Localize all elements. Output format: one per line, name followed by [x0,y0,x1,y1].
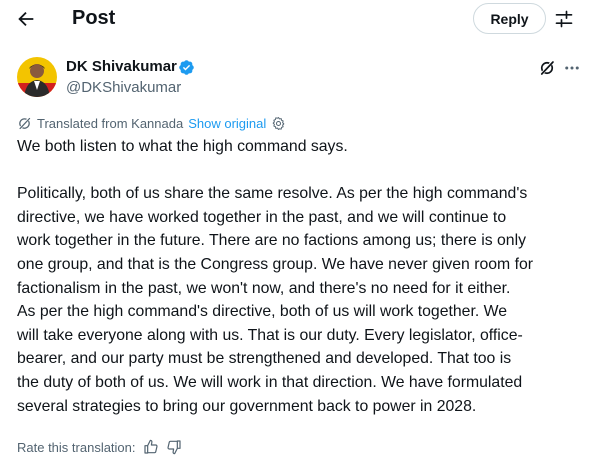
more-options-button[interactable] [562,58,582,78]
sliders-icon [555,10,573,28]
post-line: Politically, both of us share the same r… [17,185,528,203]
post-text: We both listen to what the high command … [17,135,589,418]
gear-icon[interactable] [271,116,286,131]
post-line: the duty of both of us. We will work in … [17,373,523,391]
reply-button[interactable]: Reply [473,3,546,34]
author-name[interactable]: DK Shivakumar [66,58,177,76]
page-title: Post [72,7,116,29]
verified-badge-icon [179,60,194,75]
post-line: factionalism in the past, we won't now, … [17,279,511,297]
post-header: Post Reply [0,0,598,37]
grok-button[interactable] [537,58,557,78]
post-line: one group, and that is the Congress grou… [17,255,534,273]
adjust-button[interactable] [551,6,577,32]
translation-notice: Translated from Kannada Show original [17,114,286,132]
rate-translation: Rate this translation: [17,437,182,457]
arrow-left-icon [18,11,34,27]
back-button[interactable] [12,5,40,33]
avatar[interactable] [17,57,57,97]
translation-label: Translated from Kannada [37,115,184,131]
post-line: directive, we have worked together in th… [17,208,507,226]
author-handle[interactable]: @DKShivakumar [66,79,181,97]
translate-icon [17,116,32,131]
post-line: several strategies to bring our governme… [17,397,477,415]
post-line: As per the high command's directive, bot… [17,303,508,321]
grok-icon [539,60,555,76]
thumbs-down-icon[interactable] [166,439,182,455]
thumbs-up-icon[interactable] [143,439,159,455]
more-horizontal-icon [565,66,579,70]
show-original-link[interactable]: Show original [188,116,266,131]
post-line: work together in the future. There are n… [17,232,527,250]
post-line: We both listen to what the high command … [17,138,348,155]
post-line: will take everyone along with us. That i… [17,326,523,344]
post-line: bearer, and our party must be strengthen… [17,350,512,368]
rate-translation-label: Rate this translation: [17,439,136,455]
